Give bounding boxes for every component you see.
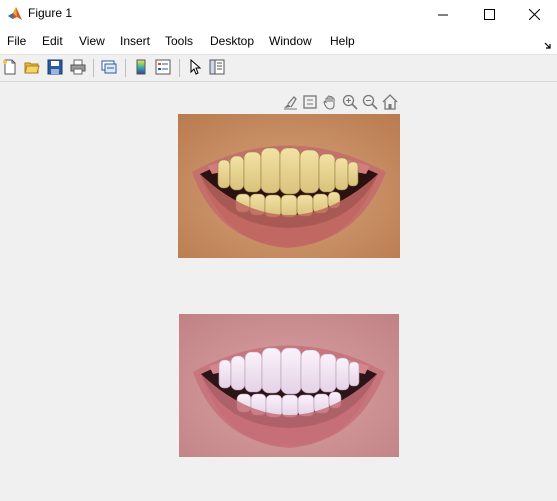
brush-icon	[284, 96, 297, 110]
property-inspector-button[interactable]	[207, 57, 227, 77]
property-inspector-icon	[209, 59, 225, 75]
new-figure-icon	[3, 59, 16, 75]
insert-colorbar-button[interactable]	[131, 57, 151, 77]
window-title: Figure 1	[28, 6, 73, 20]
print-button[interactable]	[68, 57, 88, 77]
original-smile-image	[178, 114, 400, 258]
pan-button[interactable]	[321, 93, 339, 111]
minimize-button[interactable]	[420, 0, 466, 29]
toolbar-separator	[125, 59, 126, 77]
whitened-smile-image	[179, 314, 399, 457]
menu-window[interactable]: Window	[269, 34, 312, 48]
menu-view[interactable]: View	[79, 34, 105, 48]
data-tips-icon	[303, 95, 317, 109]
link-plot-icon	[101, 60, 117, 74]
brush-button[interactable]	[281, 93, 299, 111]
menu-help[interactable]: Help	[330, 34, 355, 48]
maximize-icon	[483, 9, 495, 20]
print-icon	[70, 59, 86, 75]
menu-insert[interactable]: Insert	[120, 34, 150, 48]
zoom-out-button[interactable]	[361, 93, 379, 111]
insert-legend-button[interactable]	[153, 57, 173, 77]
new-figure-button[interactable]	[0, 57, 20, 77]
save-button[interactable]	[45, 57, 65, 77]
menu-bar: File Edit View Insert Tools Desktop Wind…	[0, 29, 557, 55]
restore-view-icon	[382, 94, 398, 110]
menu-file[interactable]: File	[7, 34, 26, 48]
toolbar-separator	[93, 59, 94, 77]
menu-edit[interactable]: Edit	[42, 34, 63, 48]
maximize-button[interactable]	[466, 0, 512, 29]
insert-legend-icon	[155, 59, 171, 75]
link-plot-button[interactable]	[99, 57, 119, 77]
title-bar: Figure 1	[0, 0, 557, 29]
open-file-button[interactable]	[22, 57, 42, 77]
zoom-in-icon	[342, 94, 358, 110]
minimize-icon	[437, 14, 448, 16]
menu-desktop[interactable]: Desktop	[210, 34, 254, 48]
toolbar-separator	[179, 59, 180, 77]
insert-colorbar-icon	[136, 59, 146, 75]
pan-icon	[323, 95, 335, 110]
matlab-logo-icon	[7, 6, 23, 22]
data-tips-button[interactable]	[301, 93, 319, 111]
open-file-icon	[24, 62, 40, 74]
figure-toolbar	[0, 55, 557, 82]
edit-plot-button[interactable]	[185, 57, 205, 77]
zoom-in-button[interactable]	[341, 93, 359, 111]
menu-tools[interactable]: Tools	[165, 34, 193, 48]
dock-arrow-icon[interactable]	[544, 37, 552, 55]
close-icon	[528, 9, 540, 20]
edit-plot-icon	[190, 59, 202, 75]
close-button[interactable]	[511, 0, 557, 29]
zoom-out-icon	[362, 94, 378, 110]
restore-view-button[interactable]	[381, 93, 399, 111]
save-icon	[47, 59, 63, 75]
